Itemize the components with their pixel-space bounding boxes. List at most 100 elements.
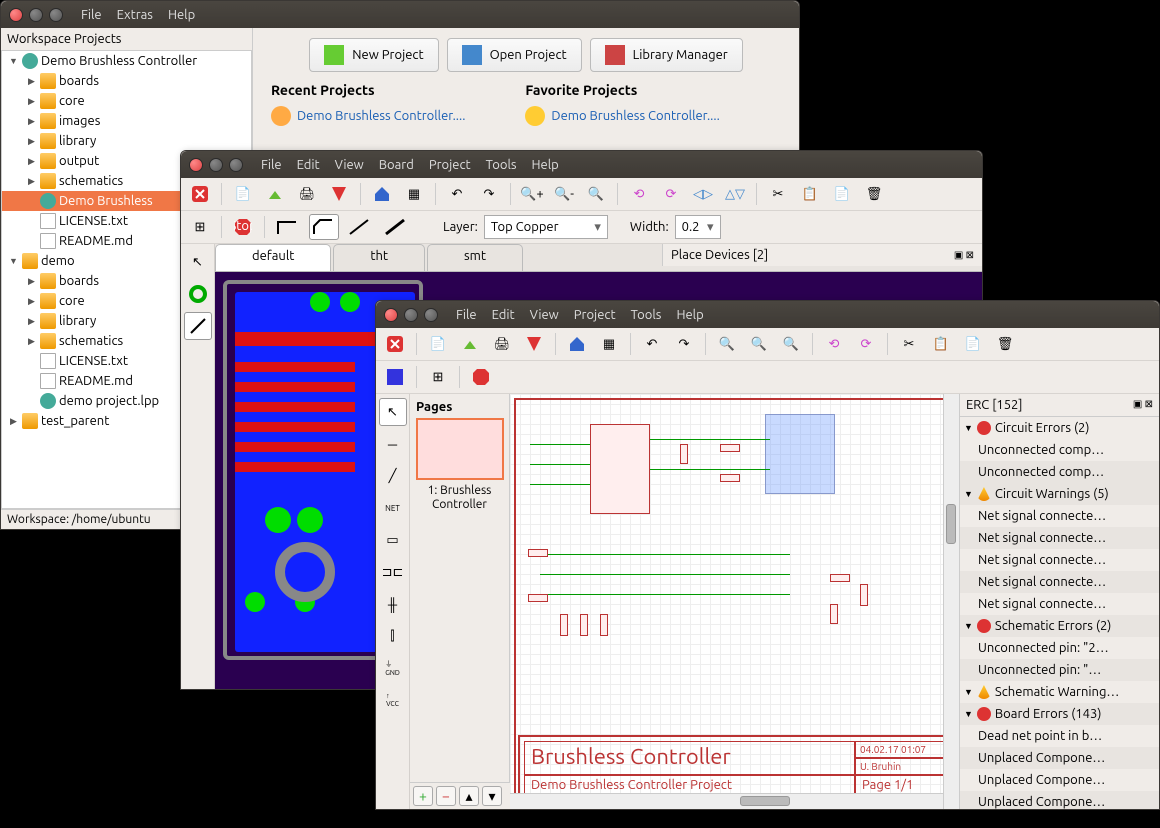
stop-icon[interactable]: Stop: [230, 214, 256, 240]
erc-item[interactable]: Unplaced Compone…: [960, 769, 1159, 791]
select-tool-icon[interactable]: ↖: [184, 248, 212, 276]
menu-help[interactable]: Help: [162, 6, 201, 24]
width-select[interactable]: 0.2: [675, 215, 721, 239]
paste-icon[interactable]: 📄: [960, 331, 986, 357]
grid-icon[interactable]: ⊞: [425, 364, 451, 390]
erc-group[interactable]: ▼Schematic Warning…: [960, 681, 1159, 703]
menu-file[interactable]: File: [450, 306, 483, 324]
menu-help[interactable]: Help: [670, 306, 709, 324]
close-project-icon[interactable]: [382, 331, 408, 357]
zoom-in-icon[interactable]: 🔍+: [519, 181, 545, 207]
select-tool-icon[interactable]: ↖: [379, 398, 407, 426]
print-icon[interactable]: 🖨: [489, 331, 515, 357]
panel-controls-icon[interactable]: ▣ ⊠: [1133, 398, 1153, 412]
minimize-icon[interactable]: [404, 308, 418, 322]
erc-group[interactable]: ▼Schematic Errors (2): [960, 615, 1159, 637]
menu-edit[interactable]: Edit: [486, 306, 521, 324]
redo-icon[interactable]: ↷: [671, 331, 697, 357]
layers-icon[interactable]: ▦: [596, 331, 622, 357]
schematic-canvas[interactable]: Brushless Controller 04.02.17 01:07 U. B…: [510, 394, 959, 809]
menu-project[interactable]: Project: [423, 156, 477, 174]
erc-item[interactable]: Unconnected pin: "…: [960, 659, 1159, 681]
tree-item[interactable]: ▶library: [2, 131, 251, 151]
scrollbar-vertical[interactable]: [943, 394, 959, 809]
erc-group[interactable]: ▼Circuit Warnings (5): [960, 483, 1159, 505]
open-project-button[interactable]: Open Project: [447, 38, 582, 72]
rotate-cw-icon[interactable]: ⟳: [853, 331, 879, 357]
erc-item[interactable]: Unconnected pin: "2…: [960, 637, 1159, 659]
menu-tools[interactable]: Tools: [625, 306, 668, 324]
tree-item[interactable]: ▶images: [2, 111, 251, 131]
favorite-project-link[interactable]: Demo Brushless Controller....: [525, 106, 719, 126]
erc-item[interactable]: Unconnected comp…: [960, 461, 1159, 483]
cut-icon[interactable]: ✂: [765, 181, 791, 207]
trace-tool-icon[interactable]: [184, 312, 212, 340]
menu-tools[interactable]: Tools: [480, 156, 523, 174]
page-up-button[interactable]: ▴: [459, 786, 479, 806]
menu-view[interactable]: View: [524, 306, 565, 324]
stop-icon[interactable]: [468, 364, 494, 390]
flip-v-icon[interactable]: △▽: [722, 181, 748, 207]
erc-item[interactable]: Unplaced Compone…: [960, 791, 1159, 809]
close-icon[interactable]: [384, 308, 398, 322]
library-manager-button[interactable]: Library Manager: [590, 38, 743, 72]
copy-icon[interactable]: 📋: [928, 331, 954, 357]
zoom-in-icon[interactable]: 🔍: [714, 331, 740, 357]
zoom-fit-icon[interactable]: 🔍: [583, 181, 609, 207]
print-icon[interactable]: 🖨: [294, 181, 320, 207]
close-icon[interactable]: [189, 158, 203, 172]
menu-help[interactable]: Help: [526, 156, 565, 174]
cut-icon[interactable]: ✂: [896, 331, 922, 357]
menu-view[interactable]: View: [329, 156, 370, 174]
minimize-icon[interactable]: [209, 158, 223, 172]
tab-smt[interactable]: smt: [427, 244, 523, 271]
rotate-cw-icon[interactable]: ⟳: [658, 181, 684, 207]
add-page-button[interactable]: +: [413, 786, 433, 806]
corner-style-2-icon[interactable]: [309, 214, 339, 240]
tree-item[interactable]: ▶boards: [2, 71, 251, 91]
pdf-icon[interactable]: [326, 181, 352, 207]
cap2-tool-icon[interactable]: ⫿: [379, 622, 407, 650]
menu-extras[interactable]: Extras: [111, 6, 159, 24]
page-down-button[interactable]: ▾: [482, 786, 502, 806]
save-icon[interactable]: [262, 181, 288, 207]
minimize-icon[interactable]: [29, 8, 43, 22]
tab-default[interactable]: default: [215, 244, 331, 271]
menu-board[interactable]: Board: [373, 156, 420, 174]
maximize-icon[interactable]: [229, 158, 243, 172]
new-file-icon[interactable]: 📄: [425, 331, 451, 357]
tab-tht[interactable]: tht: [333, 244, 425, 271]
maximize-icon[interactable]: [424, 308, 438, 322]
via-tool-icon[interactable]: [184, 280, 212, 308]
menu-file[interactable]: File: [255, 156, 288, 174]
scrollbar-horizontal[interactable]: [510, 793, 943, 809]
redo-icon[interactable]: ↷: [476, 181, 502, 207]
erc-item[interactable]: Net signal connecte…: [960, 571, 1159, 593]
zoom-out-icon[interactable]: 🔍: [746, 331, 772, 357]
place-devices-panel[interactable]: Place Devices [2] ▣ ⊠: [662, 244, 982, 266]
erc-item[interactable]: Unconnected comp…: [960, 439, 1159, 461]
delete-icon[interactable]: 🗑: [992, 331, 1018, 357]
pdf-icon[interactable]: [521, 331, 547, 357]
component-tool-icon[interactable]: ▭: [379, 526, 407, 554]
menu-file[interactable]: File: [75, 6, 108, 24]
corner-style-4-icon[interactable]: [381, 214, 411, 240]
zoom-out-icon[interactable]: 🔍-: [551, 181, 577, 207]
home-icon[interactable]: [564, 331, 590, 357]
rotate-ccw-icon[interactable]: ⟲: [821, 331, 847, 357]
vcc-tool-icon[interactable]: ↑VCC: [379, 686, 407, 714]
tree-item[interactable]: ▶core: [2, 91, 251, 111]
menu-project[interactable]: Project: [568, 306, 622, 324]
grid-icon[interactable]: ⊞: [187, 214, 213, 240]
menu-edit[interactable]: Edit: [291, 156, 326, 174]
corner-style-1-icon[interactable]: [273, 214, 303, 240]
erc-item[interactable]: Dead net point in b…: [960, 725, 1159, 747]
zoom-fit-icon[interactable]: 🔍: [778, 331, 804, 357]
rotate-ccw-icon[interactable]: ⟲: [626, 181, 652, 207]
remove-page-button[interactable]: −: [436, 786, 456, 806]
capacitor-tool-icon[interactable]: ╫: [379, 590, 407, 618]
home-icon[interactable]: [369, 181, 395, 207]
resistor-tool-icon[interactable]: ⊐⊏: [379, 558, 407, 586]
erc-group[interactable]: ▼Circuit Errors (2): [960, 417, 1159, 439]
undo-icon[interactable]: ↶: [639, 331, 665, 357]
